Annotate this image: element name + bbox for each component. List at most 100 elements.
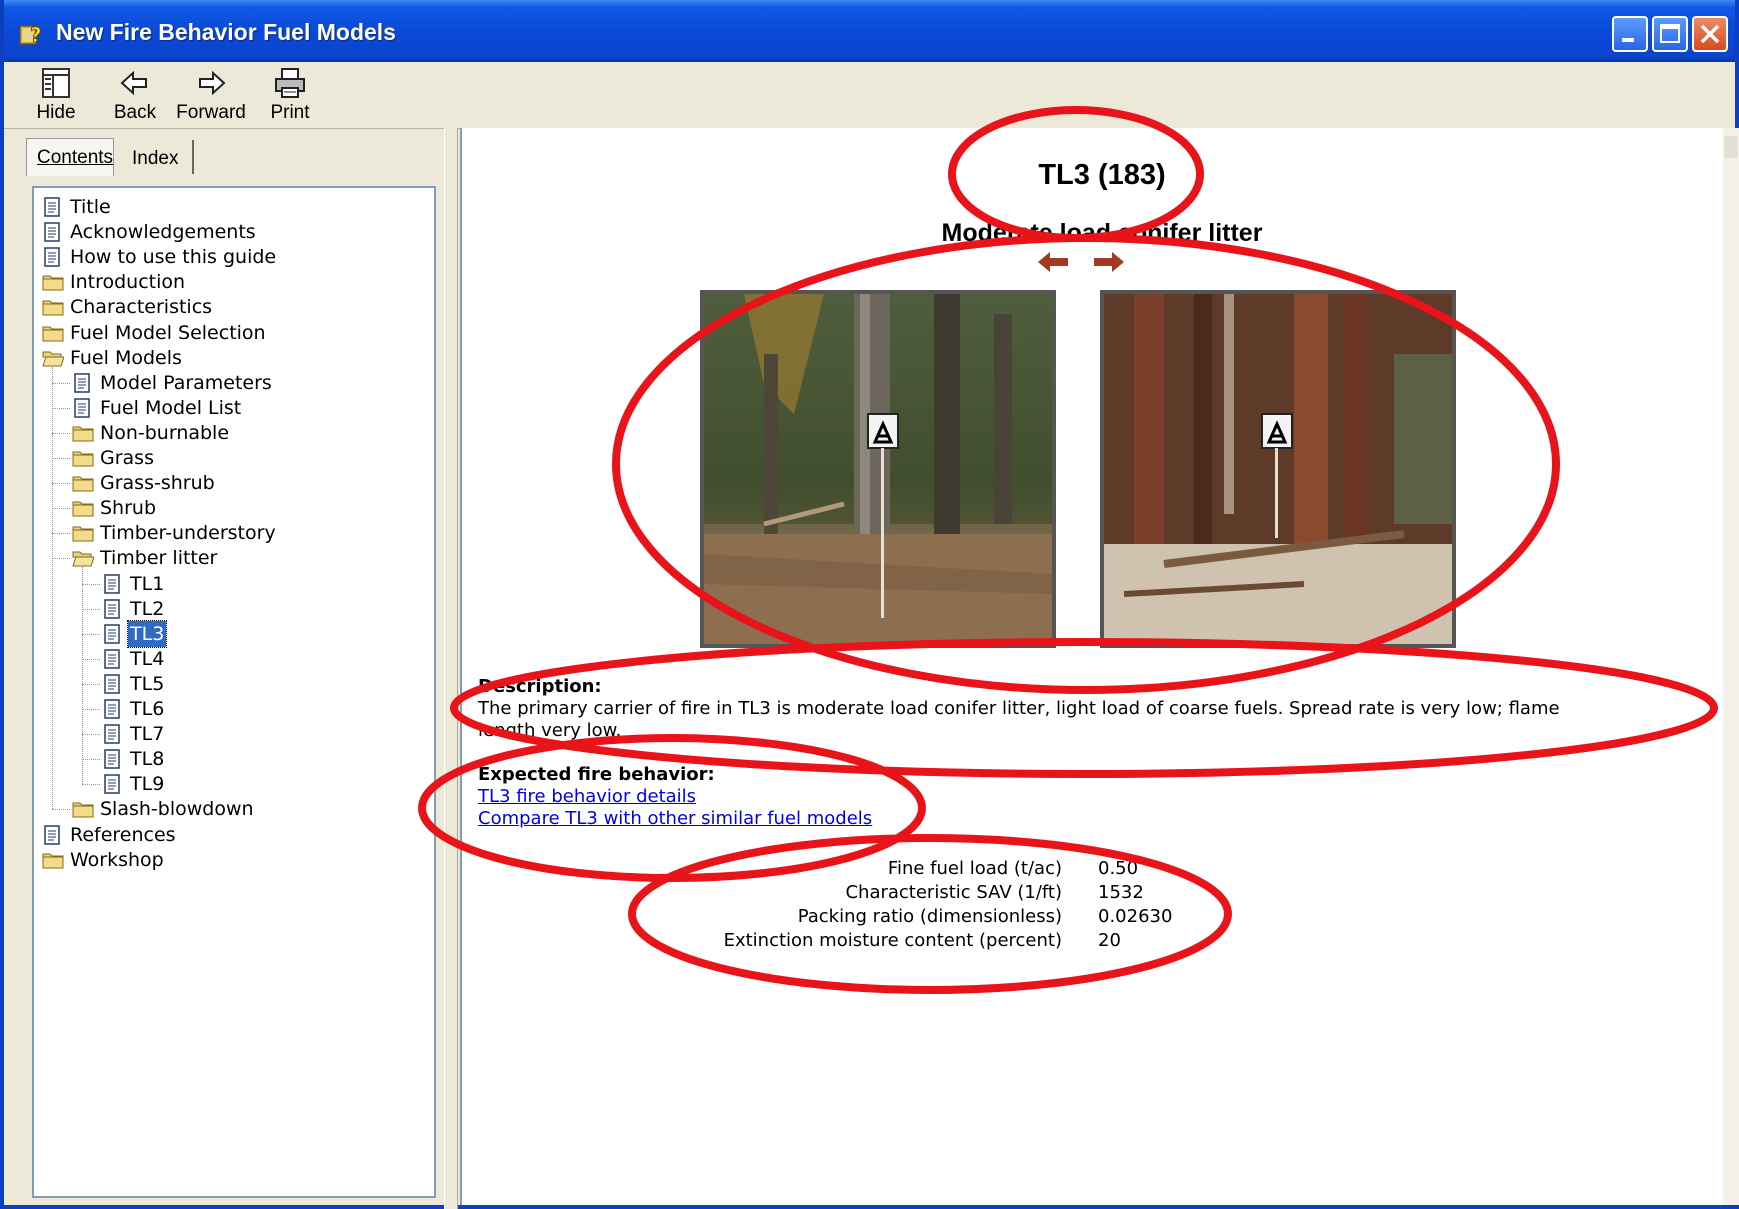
fuel-photo-1 <box>700 290 1056 648</box>
print-button[interactable]: Print <box>266 66 314 124</box>
page-icon <box>102 623 122 651</box>
pane-splitter[interactable] <box>444 128 458 1209</box>
parameter-value: 0.50 <box>1098 858 1139 879</box>
tree-connector <box>52 558 70 560</box>
tree-item-label: Title <box>70 196 111 218</box>
parameter-name: Fine fuel load (t/ac) <box>887 858 1062 879</box>
folder-icon <box>42 272 64 299</box>
tree-item-label: TL9 <box>130 773 165 796</box>
tab-contents-label: Contents <box>37 147 114 168</box>
back-button[interactable]: Back <box>110 66 160 124</box>
minimize-icon <box>1622 38 1634 42</box>
folder-icon <box>72 473 94 500</box>
description-line-2: length very low. <box>478 720 622 741</box>
svg-text:?: ? <box>30 23 42 46</box>
tab-index[interactable]: Index <box>122 140 194 174</box>
parameter-name: Packing ratio (dimensionless) <box>797 906 1062 927</box>
parameter-value: 20 <box>1098 930 1121 951</box>
tree-item-label: Slash-blowdown <box>100 798 254 821</box>
tree-item-label: Fuel Model List <box>100 396 242 419</box>
tree-item-label: Shrub <box>100 497 157 520</box>
tree-item-label: Model Parameters <box>100 371 272 394</box>
forward-button[interactable]: Forward <box>176 66 246 124</box>
parameter-value: 0.02630 <box>1098 906 1173 927</box>
tree-connector <box>52 407 70 409</box>
hide-label: Hide <box>36 102 76 123</box>
page-subtitle: Moderate load conifer litter <box>941 219 1263 247</box>
tree-item-label: TL7 <box>130 723 165 746</box>
folder-icon <box>72 523 94 550</box>
close-button[interactable] <box>1692 16 1728 52</box>
tree-item-label: Non-burnable <box>100 421 230 444</box>
tree-item-label: Grass-shrub <box>100 472 215 495</box>
minimize-button[interactable] <box>1612 16 1648 52</box>
maximize-button[interactable] <box>1652 16 1688 52</box>
compare-models-link[interactable]: Compare TL3 with other similar fuel mode… <box>478 808 872 829</box>
tab-index-label: Index <box>132 148 179 169</box>
tree-item-label: Fuel Model Selection <box>70 321 266 344</box>
folder-icon <box>42 323 64 350</box>
tree-item-label: Grass <box>100 447 154 469</box>
topic-content: TL3 (183) Moderate load conifer litter D… <box>460 128 1725 1205</box>
tree-item-label: TL1 <box>130 572 165 595</box>
page-icon <box>102 674 122 701</box>
vertical-scrollbar[interactable] <box>1723 128 1739 1205</box>
page-icon <box>72 398 92 425</box>
navigation-pane: Contents Index Title Acknowledgements How … <box>12 134 452 1204</box>
tree-connector <box>52 483 70 485</box>
tree-connector <box>52 366 53 810</box>
previous-model-arrow-icon[interactable] <box>1036 250 1070 274</box>
page-icon <box>72 372 92 400</box>
hide-button[interactable]: Hide <box>34 66 78 124</box>
tree-item-label: TL3 <box>126 619 168 648</box>
page-icon <box>102 649 122 676</box>
forward-label: Forward <box>176 102 246 123</box>
tree-connector <box>82 633 100 635</box>
parameter-value: 1532 <box>1098 882 1144 903</box>
page-icon <box>42 824 62 852</box>
tree-item-label: Characteristics <box>70 296 213 319</box>
back-arrow-icon <box>120 70 147 96</box>
tree-item-label: TL5 <box>130 672 165 695</box>
tree-connector <box>82 734 100 736</box>
folder-icon <box>72 423 94 450</box>
maximize-icon <box>1660 24 1680 43</box>
tab-contents[interactable]: Contents <box>26 138 114 176</box>
parameter-name: Characteristic SAV (1/ft) <box>845 882 1062 903</box>
forward-arrow-icon <box>199 70 226 96</box>
page-icon <box>102 699 122 726</box>
parameter-name: Extinction moisture content (percent) <box>723 930 1062 951</box>
next-model-arrow-icon[interactable] <box>1092 250 1126 274</box>
tree-item-label: Fuel Models <box>70 346 182 369</box>
folder-open-icon <box>72 548 95 575</box>
fire-behavior-details-link[interactable]: TL3 fire behavior details <box>478 786 696 807</box>
tree-item-label: Acknowledgements <box>70 221 256 244</box>
tree-connector <box>82 709 100 710</box>
help-window: ? New Fire Behavior Fuel Models Hide Bac… <box>0 0 1739 1209</box>
tree-item-label: TL6 <box>130 698 165 720</box>
tree-connector <box>82 567 83 785</box>
back-label: Back <box>113 102 157 123</box>
tree-connector <box>82 583 100 585</box>
printer-icon <box>275 68 305 98</box>
title-bar[interactable]: ? New Fire Behavior Fuel Models <box>4 0 1735 62</box>
print-label: Print <box>270 102 310 123</box>
tree-connector <box>82 608 100 610</box>
page-title: TL3 (183) <box>1038 159 1166 191</box>
scrollbar-thumb[interactable] <box>1724 136 1738 158</box>
tree-connector <box>82 784 100 786</box>
tree-item-label: Introduction <box>70 271 186 294</box>
folder-icon <box>72 448 94 475</box>
contents-tree[interactable]: Title Acknowledgements How to use this gui… <box>32 186 436 1198</box>
behavior-heading: Expected fire behavior: <box>478 764 715 785</box>
tree-connector <box>82 759 100 761</box>
help-book-icon: ? <box>19 23 42 46</box>
page-icon <box>102 749 122 776</box>
page-icon <box>42 197 62 224</box>
tree-item-label: TL2 <box>130 597 165 620</box>
tree-connector <box>52 508 70 510</box>
tree-connector <box>82 658 100 660</box>
tree-item-label: Workshop <box>70 848 164 871</box>
tree-connector <box>82 683 100 685</box>
page-icon <box>102 598 122 626</box>
